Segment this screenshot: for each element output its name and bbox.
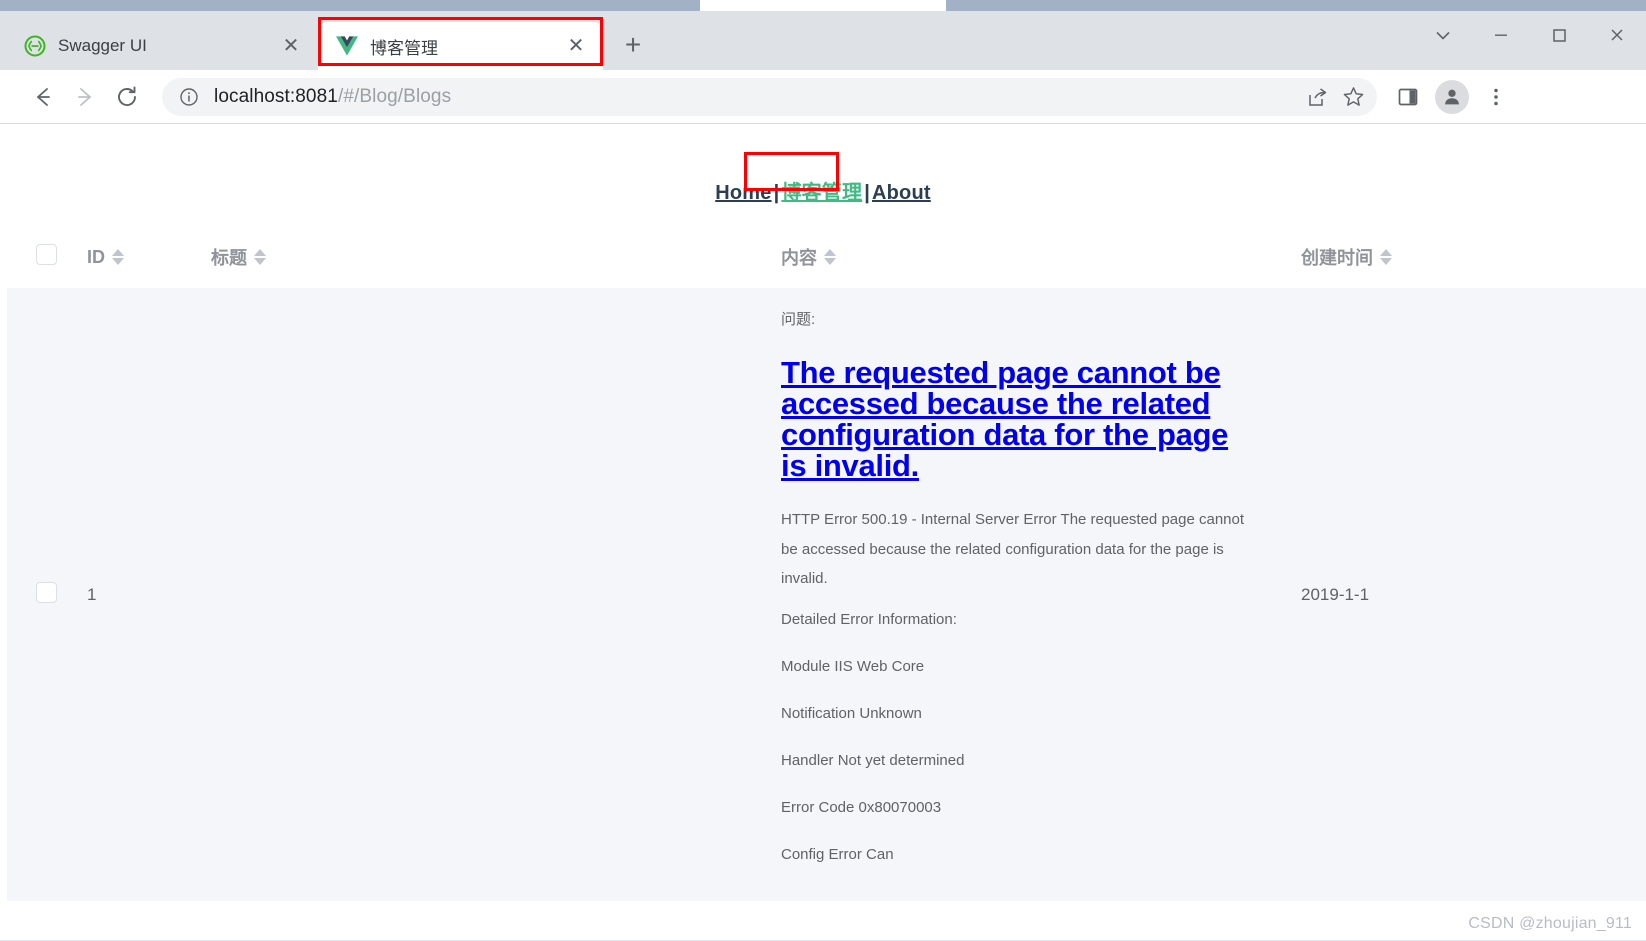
blog-table: ID 标题 内容 创建时间 1 问题: The requested page c…: [7, 230, 1646, 901]
tab-close-icon[interactable]: ✕: [563, 33, 589, 59]
content-error-body: HTTP Error 500.19 - Internal Server Erro…: [781, 511, 1245, 587]
tabstrip: Swagger UI ✕ 博客管理 ✕ +: [6, 11, 655, 70]
nav-link-blog-admin[interactable]: 博客管理: [781, 182, 862, 204]
header-content[interactable]: 内容: [773, 230, 1293, 288]
sort-arrows-icon[interactable]: [824, 249, 836, 265]
three-dot-menu-icon[interactable]: [1475, 76, 1517, 118]
table-row[interactable]: 1 问题: The requested page cannot be acces…: [7, 288, 1646, 901]
sort-arrows-icon[interactable]: [254, 249, 266, 265]
maximize-button[interactable]: [1530, 11, 1588, 59]
watermark-label: CSDN @zhoujian_911: [1468, 915, 1632, 932]
content-detail-line: Config Error Can: [781, 846, 894, 863]
select-all-checkbox[interactable]: [35, 244, 57, 265]
share-icon[interactable]: [1299, 80, 1335, 114]
header-id[interactable]: ID: [79, 230, 203, 288]
header-title-label: 标题: [211, 248, 247, 268]
forward-button[interactable]: [64, 76, 106, 118]
content-error-heading[interactable]: The requested page cannot be accessed be…: [781, 357, 1249, 481]
minimize-button[interactable]: [1472, 11, 1530, 59]
nav-link-about[interactable]: About: [872, 182, 931, 204]
back-button[interactable]: [22, 76, 64, 118]
content-detail-line: Error Code 0x80070003: [781, 799, 942, 816]
url-host: localhost:8081: [214, 85, 338, 107]
window-controls: [1414, 11, 1646, 59]
sort-arrows-icon[interactable]: [112, 249, 124, 265]
sort-arrows-icon[interactable]: [1380, 249, 1392, 265]
browser-tab-swagger-ui[interactable]: Swagger UI ✕: [6, 22, 318, 70]
tab-title-label: Swagger UI: [58, 36, 147, 55]
content-question-label: 问题:: [781, 311, 816, 328]
header-id-label: ID: [87, 246, 105, 267]
browser-tab-blog-admin[interactable]: 博客管理 ✕: [318, 22, 603, 70]
site-nav: Home | 博客管理 | About: [0, 124, 1646, 205]
row-select-cell: [7, 288, 79, 901]
swagger-icon: [24, 35, 46, 57]
content-detail-line: Notification Unknown: [781, 705, 922, 722]
tab-search-button[interactable]: [1414, 11, 1472, 59]
content-detail-line: Detailed Error Information:: [781, 611, 957, 628]
header-content-label: 内容: [781, 248, 817, 268]
row-create-time-value: 2019-1-1: [1301, 584, 1370, 604]
reload-button[interactable]: [106, 76, 148, 118]
url-path: /#/Blog/Blogs: [337, 85, 452, 107]
nav-separator: |: [864, 182, 870, 204]
browser-titlebar: Swagger UI ✕ 博客管理 ✕ +: [0, 0, 1646, 70]
row-checkbox[interactable]: [35, 581, 57, 603]
browser-window: Swagger UI ✕ 博客管理 ✕ + localhost:8081/#/B…: [0, 0, 1646, 941]
profile-avatar-icon[interactable]: [1435, 79, 1469, 114]
blog-table-body: 1 问题: The requested page cannot be acces…: [7, 288, 1646, 901]
header-create-time-label: 创建时间: [1301, 248, 1373, 268]
header-select-all: [7, 230, 79, 288]
row-create-time-cell: 2019-1-1: [1293, 288, 1646, 901]
new-tab-button[interactable]: +: [611, 23, 655, 67]
page-content: Home | 博客管理 | About ID 标题 内容 创建时间 1 问题: …: [0, 124, 1646, 941]
blog-table-container: ID 标题 内容 创建时间 1 问题: The requested page c…: [0, 230, 1646, 901]
vue-icon: [336, 35, 358, 57]
close-window-button[interactable]: [1588, 11, 1646, 59]
address-bar-url[interactable]: localhost:8081/#/Blog/Blogs: [214, 86, 1299, 108]
row-content-cell: 问题: The requested page cannot be accesse…: [773, 288, 1293, 901]
side-panel-icon[interactable]: [1387, 76, 1429, 118]
nav-link-home[interactable]: Home: [715, 182, 771, 204]
titlebar-top-strip: [0, 0, 1646, 11]
content-detail-line: Handler Not yet determined: [781, 752, 965, 769]
row-title-cell: [203, 288, 773, 901]
table-header-row: ID 标题 内容 创建时间: [7, 230, 1646, 288]
tab-close-icon[interactable]: ✕: [278, 33, 304, 59]
info-circle-icon[interactable]: [178, 86, 200, 108]
browser-toolbar: localhost:8081/#/Blog/Blogs: [0, 70, 1646, 124]
header-title[interactable]: 标题: [203, 230, 773, 288]
content-detail-line: Module IIS Web Core: [781, 658, 925, 675]
star-icon[interactable]: [1335, 80, 1371, 114]
header-create-time[interactable]: 创建时间: [1293, 230, 1646, 288]
row-id-cell: 1: [79, 288, 203, 901]
blog-table-head: ID 标题 内容 创建时间: [7, 230, 1646, 288]
address-bar[interactable]: localhost:8081/#/Blog/Blogs: [162, 77, 1377, 116]
nav-separator: |: [773, 182, 780, 204]
tab-title-label: 博客管理: [370, 38, 438, 58]
